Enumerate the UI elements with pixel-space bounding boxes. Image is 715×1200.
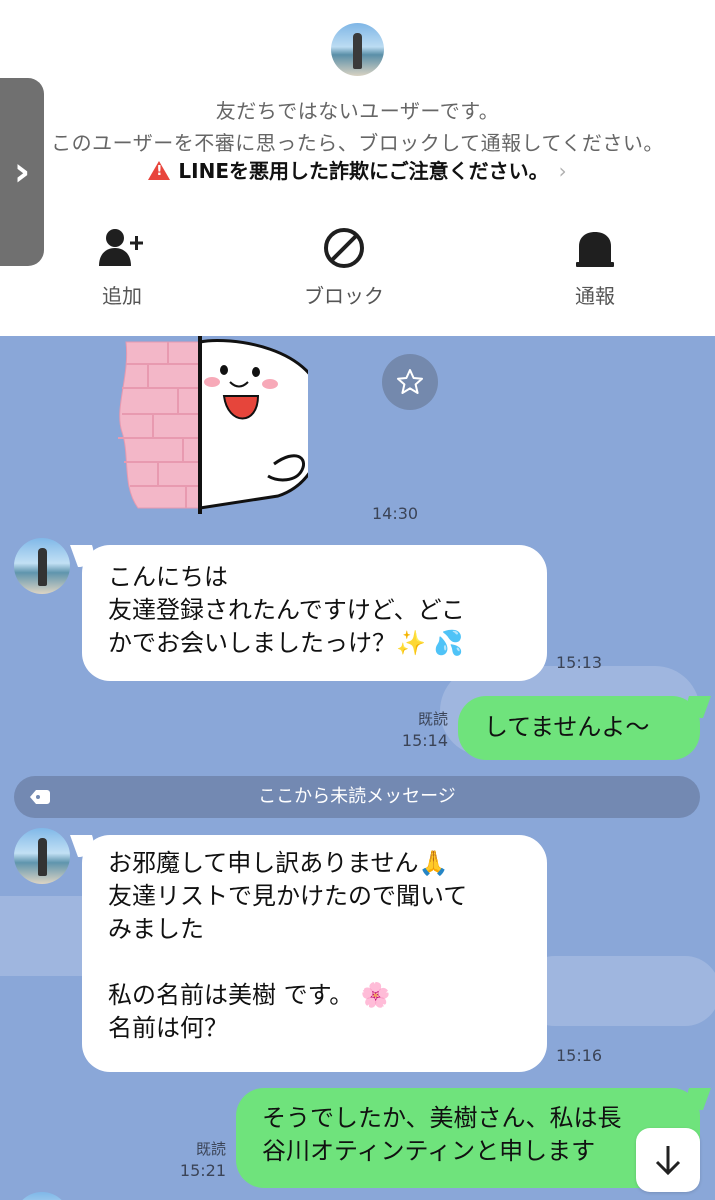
outgoing-message[interactable]: してませんよ〜 [458,696,700,760]
sender-avatar[interactable] [14,828,70,884]
message-line: 私の名前は美樹 です。 🌸 [108,981,391,1009]
read-status: 既読 15:14 [392,708,448,752]
message-timestamp: 15:21 [179,1161,226,1180]
message-line: 谷川オティンティンと申します [262,1137,596,1165]
add-friend-label: 追加 [102,284,142,308]
message-line [108,946,521,979]
incoming-message[interactable]: お邪魔して申し訳ありません🙏 友達リストで見かけたので聞いて みました 私の名前… [82,835,547,1072]
add-friend-icon [99,229,143,266]
star-icon [397,369,423,394]
scroll-to-bottom-button[interactable] [636,1128,700,1192]
not-friend-notice: 友だちではないユーザーです。 [215,99,500,123]
unread-divider: ここから未読メッセージ [14,776,700,818]
message-line: そうでしたか、美樹さん、私は長 [262,1104,622,1132]
message-timestamp: 15:14 [401,731,448,750]
read-label: 既読 [417,710,448,728]
bunny-sticker[interactable] [108,336,308,516]
message-line: してませんよ〜 [484,713,650,741]
sender-avatar[interactable] [14,1192,70,1200]
block-icon [324,228,364,268]
chevron-right-icon: › [13,149,31,195]
add-friend-button[interactable]: 追加 [62,226,182,309]
block-button[interactable]: ブロック [284,226,404,309]
chat-area[interactable]: 14:30 こんにちは 友達登録されたんですけど、どこ かでお会いしましたっけ？… [0,336,715,1200]
background-cloud [520,956,715,1026]
warning-icon [148,161,171,180]
message-line: 友達登録されたんですけど、どこ [108,596,465,624]
report-label: 通報 [575,284,615,308]
incoming-message[interactable]: こんにちは 友達登録されたんですけど、どこ かでお会いしましたっけ？✨ 💦 [82,545,547,681]
message-timestamp: 15:16 [556,1046,603,1065]
fraud-warning-text: LINEを悪用した詐欺にご注意ください。 [178,159,549,183]
chevron-right-icon: › [558,159,567,183]
outgoing-message[interactable]: そうでしたか、美樹さん、私は長 谷川オティンティンと申します [236,1088,700,1188]
read-label: 既読 [195,1140,226,1158]
side-panel-toggle[interactable]: › [0,78,44,266]
arrow-down-icon [655,1146,681,1176]
report-icon [576,232,614,267]
report-button[interactable]: 通報 [535,226,655,309]
unread-divider-label: ここから未読メッセージ [258,786,456,807]
stranger-warning-banner: 友だちではないユーザーです。 このユーザーを不審に思ったら、ブロックして通報して… [0,0,715,336]
message-line: みました [108,915,204,943]
favorite-sticker-button[interactable] [382,354,438,410]
tag-icon [30,790,50,804]
block-label: ブロック [304,284,384,308]
message-line: 友達リストで見かけたので聞いて [108,882,468,910]
message-line: 名前は何？ [108,1014,228,1042]
block-report-advice: このユーザーを不審に思ったら、ブロックして通報してください。 [51,131,664,155]
sticker-timestamp: 14:30 [372,504,419,523]
message-line: お邪魔して申し訳ありません🙏 [108,849,449,877]
message-timestamp: 15:13 [556,653,603,672]
sender-avatar[interactable] [14,538,70,594]
read-status: 既読 15:21 [170,1138,226,1182]
message-line: かでお会いしましたっけ？✨ 💦 [108,629,464,657]
contact-avatar[interactable] [331,23,384,76]
message-line: こんにちは [108,563,228,591]
fraud-warning-link[interactable]: LINEを悪用した詐欺にご注意ください。 › [0,155,715,184]
